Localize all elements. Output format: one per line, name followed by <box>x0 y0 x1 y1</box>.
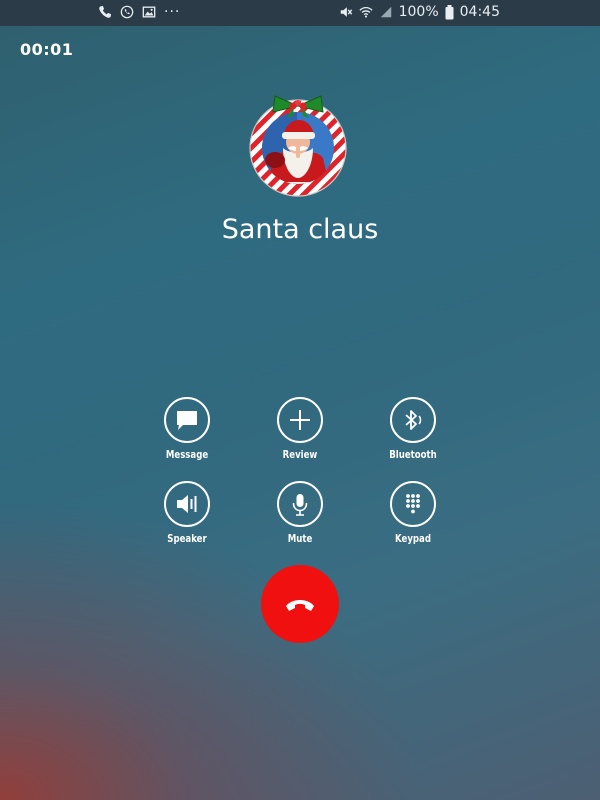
plus-icon <box>277 397 323 443</box>
message-label: Message <box>165 448 209 461</box>
keypad-label: Keypad <box>394 532 431 545</box>
battery-level: 100% <box>398 4 439 20</box>
caller-avatar <box>247 92 353 200</box>
status-bar: ··· 100% 04:45 <box>0 0 600 26</box>
caller-name: Santa claus <box>221 214 379 245</box>
wifi-icon <box>359 6 373 18</box>
speaker-button[interactable]: Speaker <box>147 481 227 545</box>
battery-icon <box>445 4 454 19</box>
microphone-icon <box>277 481 323 527</box>
end-call-button[interactable] <box>261 565 339 643</box>
phone-sync-icon <box>120 5 134 19</box>
mute-icon <box>340 7 352 17</box>
end-call-icon <box>286 600 314 611</box>
signal-icon <box>380 6 391 18</box>
status-time: 04:45 <box>459 4 500 20</box>
status-bar-left: ··· <box>98 4 180 20</box>
call-timer: 00:01 <box>20 40 74 59</box>
speaker-icon <box>164 481 210 527</box>
keypad-icon <box>390 481 436 527</box>
keypad-button[interactable]: Keypad <box>373 481 453 545</box>
more-dots-icon: ··· <box>164 4 181 20</box>
mute-button[interactable]: Mute <box>260 481 340 545</box>
bluetooth-button[interactable]: Bluetooth <box>373 397 453 461</box>
phone-icon <box>99 5 112 18</box>
bluetooth-label: Bluetooth <box>389 448 437 461</box>
review-label: Review <box>282 448 318 461</box>
message-button[interactable]: Message <box>147 397 227 461</box>
image-icon <box>142 6 156 18</box>
message-icon <box>164 397 210 443</box>
bluetooth-icon <box>390 397 436 443</box>
speaker-label: Speaker <box>167 532 207 545</box>
status-bar-right: 100% 04:45 <box>339 4 500 20</box>
review-button[interactable]: Review <box>260 397 340 461</box>
mute-label: Mute <box>287 532 313 545</box>
